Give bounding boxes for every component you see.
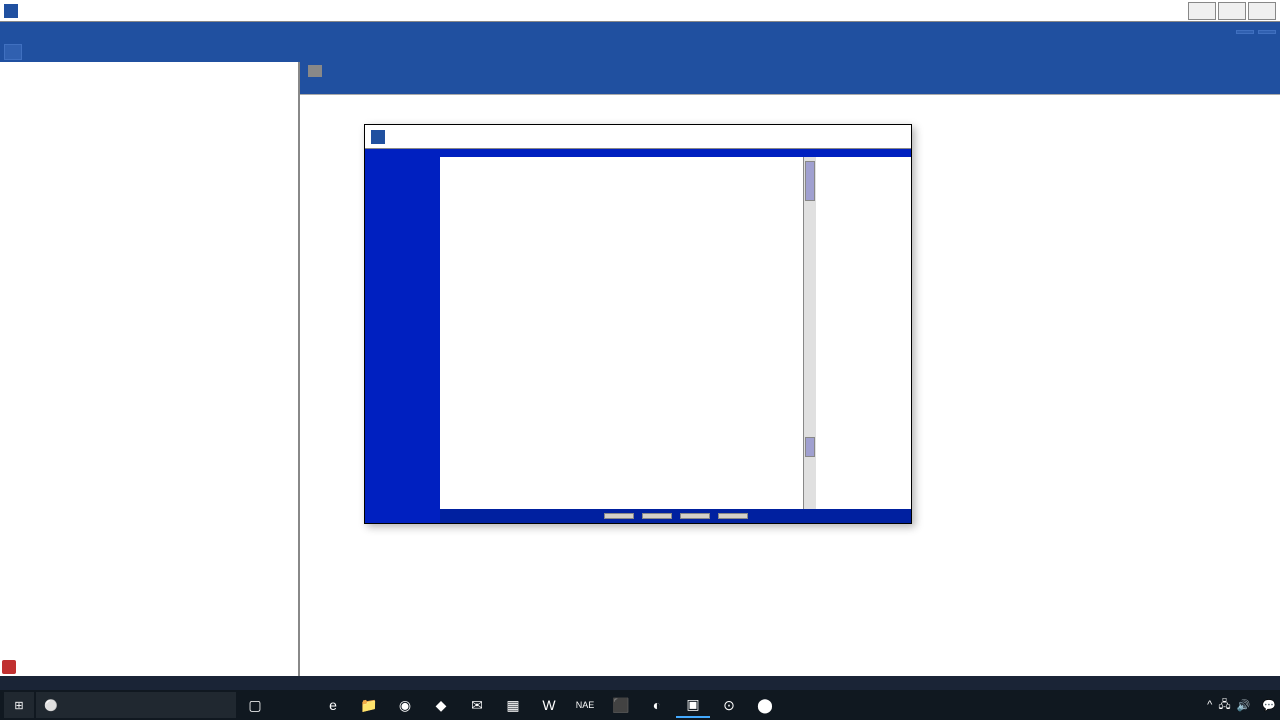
excel-icon[interactable]: ▦ [496, 692, 530, 718]
scrollbar[interactable] [804, 157, 816, 509]
notifications-icon[interactable]: 💬 [1262, 699, 1276, 712]
app-icon[interactable]: ◐ [640, 692, 674, 718]
word-icon[interactable]: W [532, 692, 566, 718]
menu-bar [0, 22, 1280, 42]
wizard-icon [371, 130, 385, 144]
app-icon [4, 4, 18, 18]
title-bar [0, 0, 1280, 22]
outlook-icon[interactable]: ✉ [460, 692, 494, 718]
nae-icon[interactable]: NAE [568, 692, 602, 718]
search-icon: ⚪ [44, 699, 58, 712]
nav-tree[interactable] [0, 62, 298, 676]
wizard-page-header [440, 149, 911, 157]
tray-chevron-icon[interactable]: ^ [1207, 699, 1212, 711]
edge-icon[interactable]: e [316, 692, 350, 718]
search-box[interactable]: ⚪ [36, 692, 236, 718]
obs-icon[interactable]: ⊙ [712, 692, 746, 718]
volume-icon[interactable]: 🔊 [1237, 699, 1251, 712]
nav-panel [0, 62, 300, 676]
system-tray[interactable]: ^ 🖧 🔊 💬 [1207, 696, 1276, 715]
last-button[interactable] [718, 513, 748, 519]
metasys-icon[interactable]: ▣ [676, 692, 710, 718]
trend-items-tree[interactable] [440, 157, 804, 509]
cancel-button[interactable] [604, 513, 634, 519]
desktop-status-bar [0, 676, 1280, 690]
toolbar [0, 42, 1280, 62]
logout-button[interactable] [1236, 30, 1254, 34]
object-status [300, 80, 1280, 94]
back-icon[interactable] [308, 65, 322, 77]
minimize-button[interactable] [1188, 2, 1216, 20]
explorer-icon[interactable]: 📁 [352, 692, 386, 718]
close-button[interactable] [1248, 2, 1276, 20]
task-view-icon[interactable]: ▢ [238, 692, 272, 718]
network-icon[interactable]: 🖧 [1218, 696, 1230, 715]
scroll-thumb[interactable] [805, 161, 815, 201]
scroll-thumb[interactable] [805, 437, 815, 457]
toolbar-btn[interactable] [4, 44, 22, 60]
start-button[interactable]: ⊞ [4, 692, 34, 718]
wizard-hint [816, 157, 911, 509]
store-icon[interactable]: ⬛ [604, 692, 638, 718]
taskbar: ⊞ ⚪ ▢ e 📁 ◉ ◆ ✉ ▦ W NAE ⬛ ◐ ▣ ⊙ ⬤ ^ 🖧 🔊 … [0, 690, 1280, 720]
chrome-icon[interactable]: ◉ [388, 692, 422, 718]
app-icon[interactable]: ⬤ [748, 692, 782, 718]
next-button[interactable] [680, 513, 710, 519]
insert-trend-study-wizard [364, 124, 912, 524]
exit-button[interactable] [1258, 30, 1276, 34]
back-button[interactable] [642, 513, 672, 519]
wizard-steps-nav [365, 149, 440, 523]
security-shield-icon[interactable] [2, 660, 16, 674]
app-icon[interactable]: ◆ [424, 692, 458, 718]
maximize-button[interactable] [1218, 2, 1246, 20]
